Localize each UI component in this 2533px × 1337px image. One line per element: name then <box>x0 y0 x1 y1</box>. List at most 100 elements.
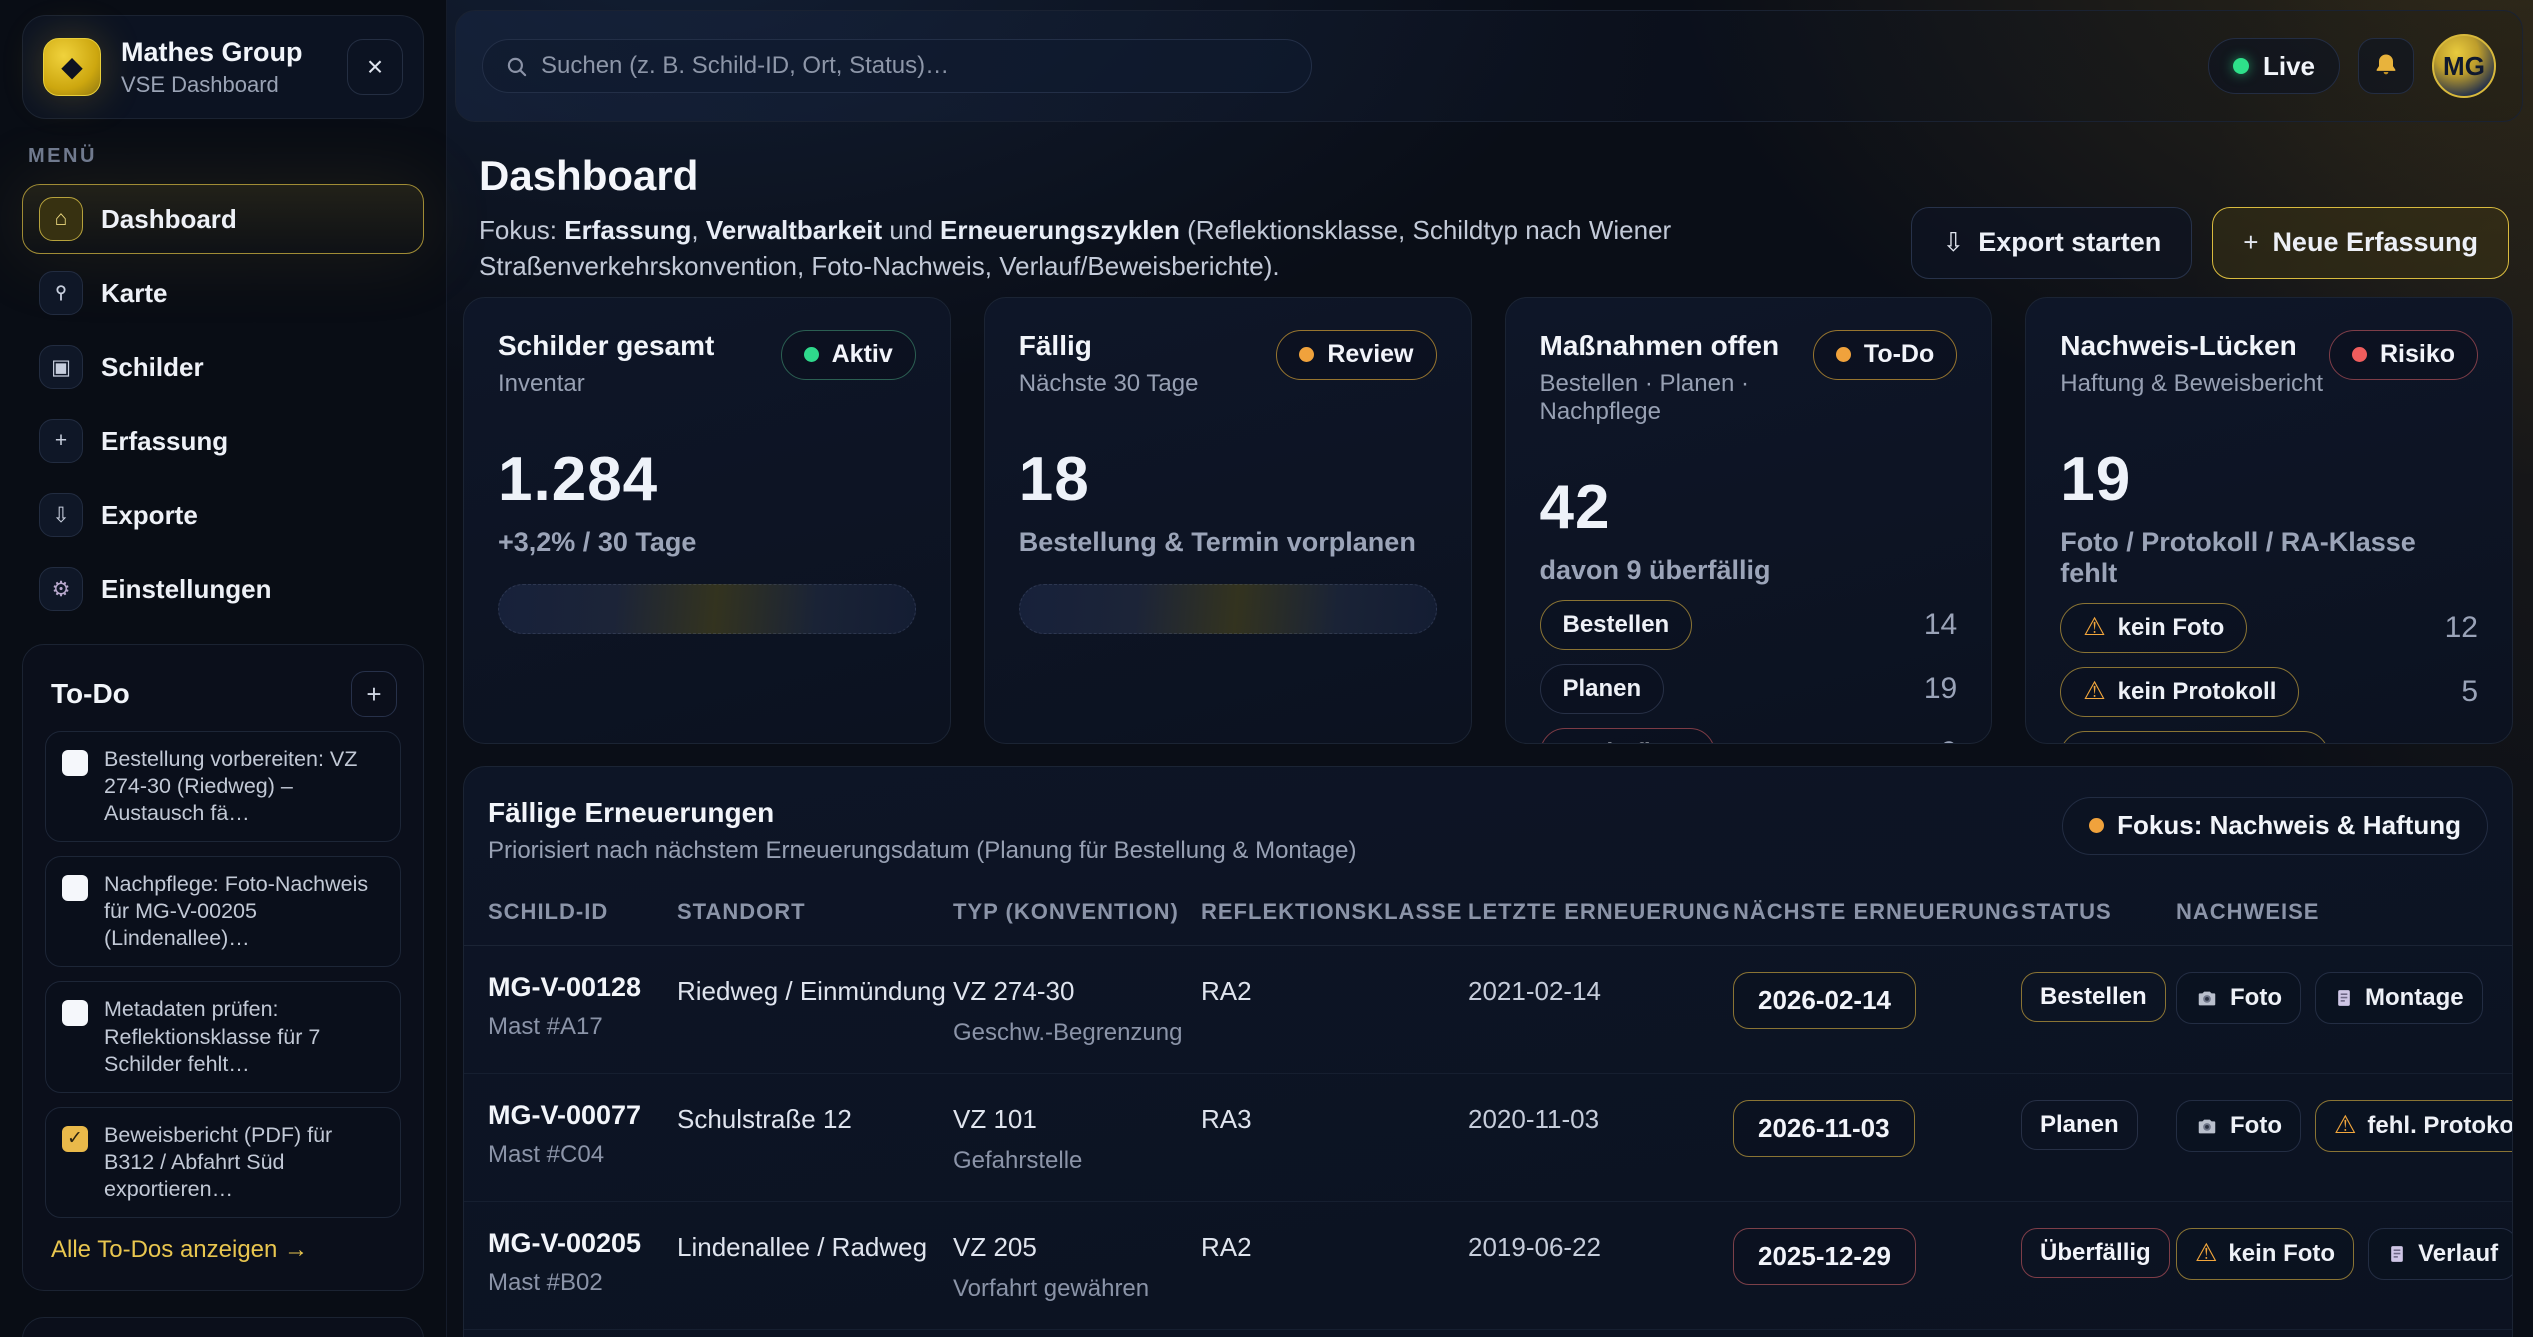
column-header: REFLEKTIONSKLASSE <box>1201 899 1468 925</box>
stat-card-header: Schilder gesamtInventarAktiv <box>498 330 916 398</box>
page-header: Dashboard Fokus: Erfassung, Verwaltbarke… <box>479 152 2509 285</box>
todo-add-button[interactable]: + <box>351 671 397 717</box>
sidebar-item-erfassung[interactable]: + Erfassung <box>22 406 424 476</box>
stat-pill[interactable]: ⚠kein Protokoll <box>2060 667 2299 717</box>
sidebar-item-schilder[interactable]: ▣Schilder <box>22 332 424 402</box>
todo-panel: To-Do + Bestellung vorbereiten: VZ 274-3… <box>22 644 424 1291</box>
mast-label: Mast #B02 <box>488 1269 677 1297</box>
todo-checkbox[interactable] <box>62 1000 88 1026</box>
next-date-chip: 2026-11-03 <box>1733 1100 1915 1157</box>
todo-item[interactable]: Bestellung vorbereiten: VZ 274-30 (Riedw… <box>45 731 401 842</box>
cell-schild-id: MG-V-00205 Mast #B02 <box>488 1228 677 1297</box>
todo-list: Bestellung vorbereiten: VZ 274-30 (Riedw… <box>45 731 401 1218</box>
stat-value: 18 <box>1019 444 1437 515</box>
schild-id: MG-V-00205 <box>488 1228 677 1259</box>
status-chip: Planen <box>2021 1100 2138 1150</box>
main-menu: ⌂DashboardKarte▣Schilder + Erfassung ⇩ Expor… <box>22 184 424 624</box>
close-icon: × <box>367 51 383 83</box>
stat-breakdown-row: ⚠kein Foto12 <box>2060 603 2478 653</box>
cell-naechste-erneuerung: 2026-02-14 <box>1733 972 2021 1029</box>
todo-item-text: Beweisbericht (PDF) für B312 / Abfahrt S… <box>104 1122 384 1203</box>
proof-chip-label: Foto <box>2230 1112 2282 1140</box>
stat-card-subtitle: Bestellen · Planen · Nachpflege <box>1540 370 1813 426</box>
proof-chip[interactable]: ⚠fehl. Protokoll <box>2315 1100 2513 1152</box>
notifications-button[interactable] <box>2358 38 2414 94</box>
sidebar-item-dashboard[interactable]: ⌂Dashboard <box>22 184 424 254</box>
cell-reflektionsklasse: RA3 <box>1201 1104 1468 1135</box>
export-button[interactable]: ⇩ Export starten <box>1911 207 2192 279</box>
new-record-button[interactable]: + Neue Erfassung <box>2212 207 2509 279</box>
warn-icon: ⚠ <box>2083 743 2105 744</box>
todo-show-all-link[interactable]: Alle To-Dos anzeigen → <box>51 1236 308 1264</box>
proof-chip[interactable]: Verlauf <box>2368 1228 2513 1280</box>
status-chip: Überfällig <box>2021 1228 2170 1278</box>
stat-pill[interactable]: Nachpflege <box>1540 728 1715 744</box>
brand-name: Mathes Group <box>121 37 327 68</box>
stat-card: Nachweis-LückenHaftung & BeweisberichtRi… <box>2025 297 2513 744</box>
stat-pill-label: Planen <box>1563 675 1642 703</box>
focus-badge: Fokus: Nachweis & Haftung <box>2062 797 2488 855</box>
avatar[interactable]: MG <box>2432 34 2496 98</box>
stat-card-titles: Nachweis-LückenHaftung & Beweisbericht <box>2060 330 2323 398</box>
cell-schild-id: MG-V-00128Mast #A17 <box>488 972 677 1041</box>
table-row[interactable]: MG-V-00205Mast #B02Lindenallee / RadwegV… <box>464 1201 2512 1329</box>
stat-pill[interactable]: Bestellen <box>1540 600 1693 650</box>
warn-icon: ⚠ <box>2334 1113 2356 1138</box>
proof-chip[interactable]: Foto <box>2176 972 2301 1024</box>
todo-item[interactable]: ✓ Beweisbericht (PDF) für B312 / Abfahrt … <box>45 1107 401 1218</box>
warn-icon: ⚠ <box>2083 679 2105 704</box>
table-row[interactable]: MG-V-00077Mast #C04Schulstraße 12VZ 101G… <box>464 1073 2512 1201</box>
table-header-row: SCHILD-IDSTANDORTTYP (KONVENTION)REFLEKT… <box>464 865 2512 946</box>
todo-item[interactable]: Nachpflege: Foto-Nachweis für MG-V-00205… <box>45 856 401 967</box>
camera-icon <box>2195 987 2219 1009</box>
stat-pill-label: keine RA-Klasse <box>2118 742 2306 744</box>
search-container <box>482 39 1312 93</box>
stat-breakdown-row: Bestellen14 <box>1540 600 1958 650</box>
live-status-badge: Live <box>2208 38 2340 94</box>
column-header: STANDORT <box>677 899 953 925</box>
sidebar-item-label: Exporte <box>101 500 198 531</box>
sidebar-item-label: Erfassung <box>101 426 228 457</box>
cell-status: Planen <box>2021 1100 2176 1150</box>
plus-icon: + <box>39 419 83 463</box>
todo-item[interactable]: Metadaten prüfen: Reflektionsklasse für … <box>45 981 401 1092</box>
todo-item-text: Metadaten prüfen: Reflektionsklasse für … <box>104 996 384 1077</box>
search-input[interactable] <box>482 39 1312 93</box>
stat-pill[interactable]: ⚠ keine RA-Klasse <box>2060 731 2329 744</box>
brand-text: Mathes Group VSE Dashboard <box>121 37 327 98</box>
download-icon: ⇩ <box>39 493 83 537</box>
live-dot-icon <box>2233 58 2249 74</box>
version-card: Version v1.0.0-Espresso <box>22 1317 424 1337</box>
cell-standort: Lindenallee / Radweg <box>677 1232 953 1263</box>
column-header: NACHWEISE <box>2176 899 2488 925</box>
table-body: MG-V-00128Mast #A17Riedweg / EinmündungV… <box>464 946 2512 1337</box>
sidebar-close-button[interactable]: × <box>347 39 403 95</box>
brand-logo: ◆ <box>43 38 101 96</box>
renewals-panel: Fällige Erneuerungen Priorisiert nach nä… <box>463 766 2513 1337</box>
typ-code: VZ 205 <box>953 1232 1201 1263</box>
proof-chip[interactable]: Montage <box>2315 972 2483 1024</box>
focus-dot-icon <box>2089 818 2104 833</box>
stat-card-header: FälligNächste 30 TageReview <box>1019 330 1437 398</box>
stat-breakdown-row: Nachpflege9 <box>1540 728 1958 744</box>
table-row[interactable]: MG-V-00128Mast #A17Riedweg / EinmündungV… <box>464 946 2512 1073</box>
stat-pill[interactable]: Planen <box>1540 664 1665 714</box>
todo-checkbox[interactable] <box>62 750 88 776</box>
sidebar-item-exporte[interactable]: ⇩ Exporte <box>22 480 424 550</box>
sidebar: ◆ Mathes Group VSE Dashboard × MENÜ ⌂Das… <box>0 0 447 1337</box>
stat-pill-label: Bestellen <box>1563 611 1670 639</box>
stat-pill[interactable]: ⚠kein Foto <box>2060 603 2247 653</box>
sidebar-item-einstellungen[interactable]: ⚙Einstellungen <box>22 554 424 624</box>
stat-value: 42 <box>1540 472 1958 543</box>
proof-chip[interactable]: ⚠kein Foto <box>2176 1228 2354 1280</box>
table-row[interactable]: MG-V-00111Mast #D09B312 / Abfahrt SüdVZ … <box>464 1329 2512 1337</box>
sidebar-item-karte[interactable]: Karte <box>22 258 424 328</box>
stat-value: 1.284 <box>498 444 916 515</box>
mast-label: Mast #C04 <box>488 1141 677 1169</box>
page-subtitle: Fokus: Erfassung, Verwaltbarkeit und Ern… <box>479 212 1911 285</box>
proof-chip[interactable]: Foto <box>2176 1100 2301 1152</box>
todo-checkbox[interactable] <box>62 875 88 901</box>
todo-checkbox[interactable]: ✓ <box>62 1126 88 1152</box>
cell-status: Bestellen <box>2021 972 2176 1022</box>
typ-beschreibung: Vorfahrt gewähren <box>953 1275 1201 1303</box>
